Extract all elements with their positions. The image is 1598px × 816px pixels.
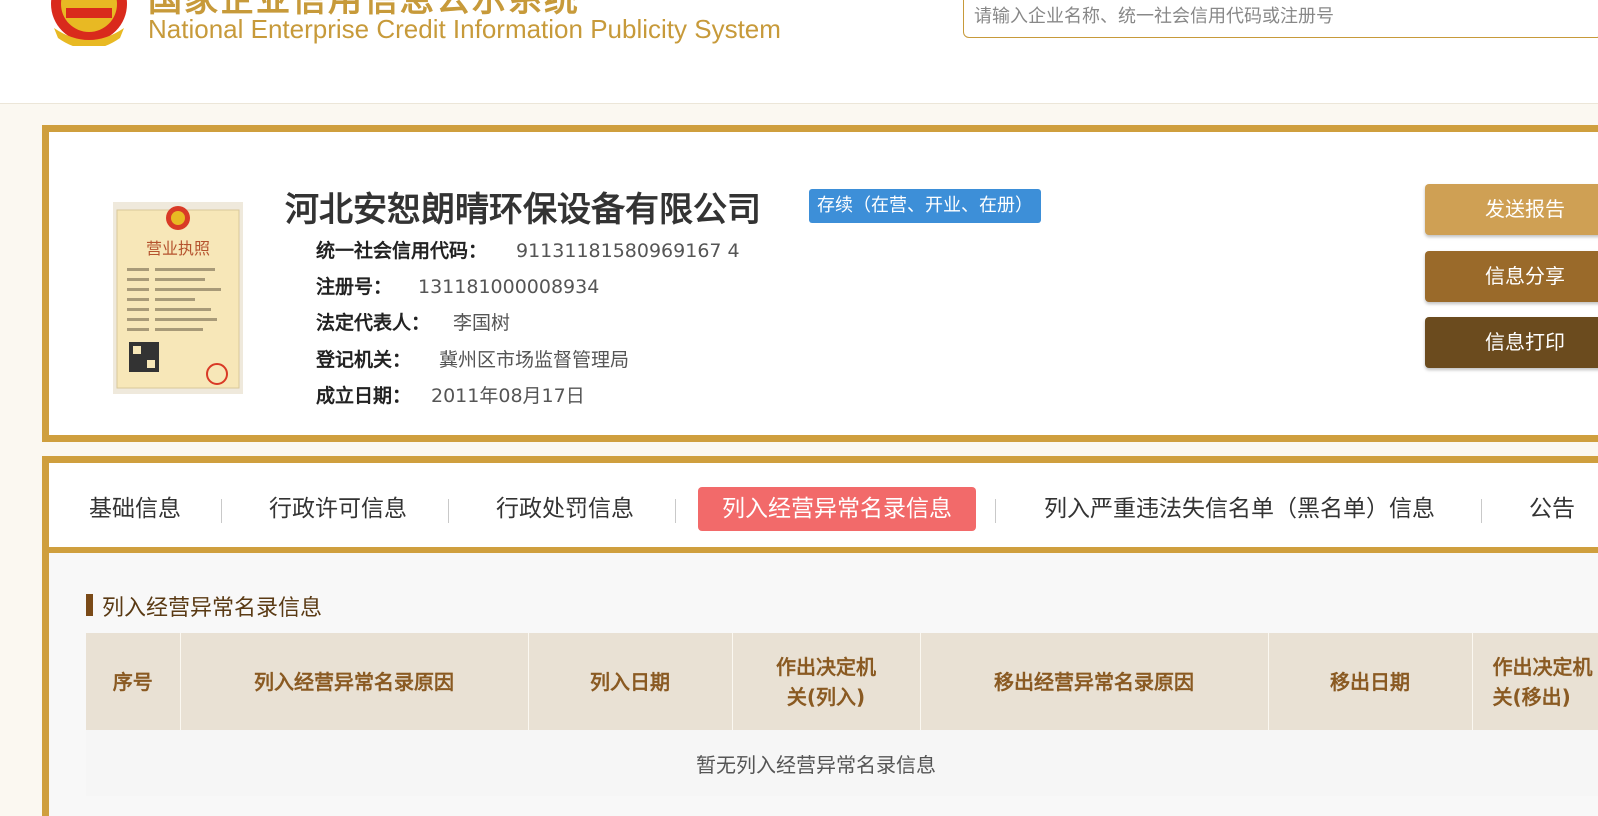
tab-separator: [448, 499, 449, 523]
info-label: 法定代表人：: [316, 312, 431, 334]
column-header: 作出决定机关(列入): [732, 633, 921, 730]
status-badge: 存续（在营、开业、在册）: [809, 189, 1041, 223]
send-report-button[interactable]: 发送报告: [1425, 184, 1598, 235]
info-label: 统一社会信用代码：: [316, 240, 488, 262]
empty-message: 暂无列入经营异常名录信息: [86, 730, 1598, 796]
tab-admin-penalty[interactable]: 行政处罚信息: [496, 487, 634, 531]
info-label: 登记机关：: [316, 349, 412, 371]
company-name: 河北安恕朗晴环保设备有限公司: [285, 190, 761, 230]
tab-separator: [675, 499, 676, 523]
abnormal-list-table: 序号 列入经营异常名录原因 列入日期 作出决定机关(列入) 移出经营异常名录原因…: [86, 633, 1598, 796]
info-value: 91131181580969167 4: [516, 240, 740, 262]
column-header: 列入经营异常名录原因: [180, 633, 529, 730]
section-title: 列入经营异常名录信息: [86, 590, 322, 622]
tab-separator: [1481, 499, 1482, 523]
share-info-button[interactable]: 信息分享: [1425, 251, 1598, 302]
tab-basic-info[interactable]: 基础信息: [89, 487, 181, 531]
print-info-button[interactable]: 信息打印: [1425, 317, 1598, 368]
column-header: 作出决定机关(移出): [1472, 633, 1598, 730]
site-title-en: National Enterprise Credit Information P…: [148, 14, 781, 44]
info-row-founding-date: 成立日期： 2011年08月17日: [316, 381, 585, 408]
column-header: 列入日期: [528, 633, 733, 730]
column-header: 移出经营异常名录原因: [920, 633, 1269, 730]
table-header-row: 序号 列入经营异常名录原因 列入日期 作出决定机关(列入) 移出经营异常名录原因…: [86, 633, 1598, 730]
info-row-legal-rep: 法定代表人： 李国树: [316, 308, 510, 335]
tab-separator: [221, 499, 222, 523]
info-value: 2011年08月17日: [431, 385, 585, 407]
company-card: 营业执照 河北安恕朗晴环保设备有限公司 存续（在营、开业、在册） 统一社会信用代…: [42, 125, 1598, 442]
table-row: 暂无列入经营异常名录信息: [86, 730, 1598, 796]
license-title: 营业执照: [146, 239, 210, 258]
tab-admin-license[interactable]: 行政许可信息: [269, 487, 407, 531]
search-input[interactable]: [963, 0, 1598, 38]
info-value: 冀州区市场监督管理局: [439, 349, 630, 371]
tab-abnormal-operation[interactable]: 列入经营异常名录信息: [698, 487, 976, 531]
info-value: 李国树: [453, 312, 511, 334]
tab-announcement[interactable]: 公告: [1529, 487, 1575, 531]
info-panel: 基础信息 行政许可信息 行政处罚信息 列入经营异常名录信息 列入严重违法失信名单…: [42, 456, 1598, 816]
tab-separator: [995, 499, 996, 523]
info-label: 注册号：: [316, 276, 393, 298]
tab-bar: 基础信息 行政许可信息 行政处罚信息 列入经营异常名录信息 列入严重违法失信名单…: [49, 463, 1598, 553]
column-header: 序号: [86, 633, 181, 730]
business-license-image: 营业执照: [113, 202, 243, 394]
info-row-reg-number: 注册号： 131181000008934: [316, 272, 599, 299]
national-emblem-icon: [51, 0, 127, 46]
info-row-credit-code: 统一社会信用代码： 91131181580969167 4: [316, 236, 740, 263]
info-value: 131181000008934: [418, 276, 600, 298]
site-header: 国家企业信用信息公示系统 National Enterprise Credit …: [0, 0, 1598, 104]
info-row-reg-authority: 登记机关： 冀州区市场监督管理局: [316, 345, 629, 372]
info-label: 成立日期：: [316, 385, 412, 407]
column-header: 移出日期: [1268, 633, 1473, 730]
tab-blacklist[interactable]: 列入严重违法失信名单（黑名单）信息: [1044, 487, 1435, 531]
